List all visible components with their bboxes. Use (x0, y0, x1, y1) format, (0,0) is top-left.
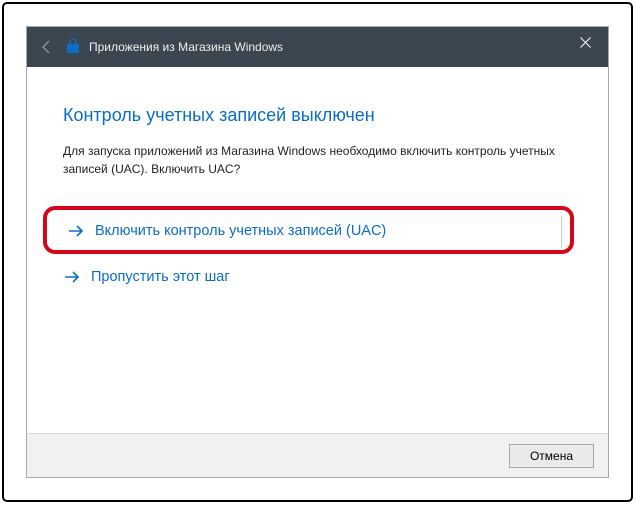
footer: Отмена (27, 433, 608, 477)
dialog-window: Приложения из Магазина Windows Контроль … (26, 26, 609, 478)
option-enable-uac[interactable]: Включить контроль учетных записей (UAC) (63, 216, 572, 246)
titlebar: Приложения из Магазина Windows (27, 27, 608, 67)
window-title: Приложения из Магазина Windows (89, 40, 283, 54)
store-icon (65, 39, 81, 55)
close-button[interactable] (563, 27, 608, 57)
option-skip[interactable]: Пропустить этот шаг (63, 266, 572, 288)
page-heading: Контроль учетных записей выключен (63, 105, 572, 126)
option-skip-label: Пропустить этот шаг (91, 269, 230, 285)
arrow-left-icon (39, 39, 55, 55)
arrow-right-icon (67, 222, 85, 240)
close-icon (580, 37, 591, 48)
cancel-button[interactable]: Отмена (509, 444, 594, 468)
back-button[interactable] (33, 33, 61, 61)
divider (561, 216, 562, 248)
option-enable-uac-label: Включить контроль учетных записей (UAC) (95, 223, 386, 239)
content-area: Контроль учетных записей выключен Для за… (27, 67, 608, 433)
page-description: Для запуска приложений из Магазина Windo… (63, 142, 572, 178)
arrow-right-icon (63, 268, 81, 286)
